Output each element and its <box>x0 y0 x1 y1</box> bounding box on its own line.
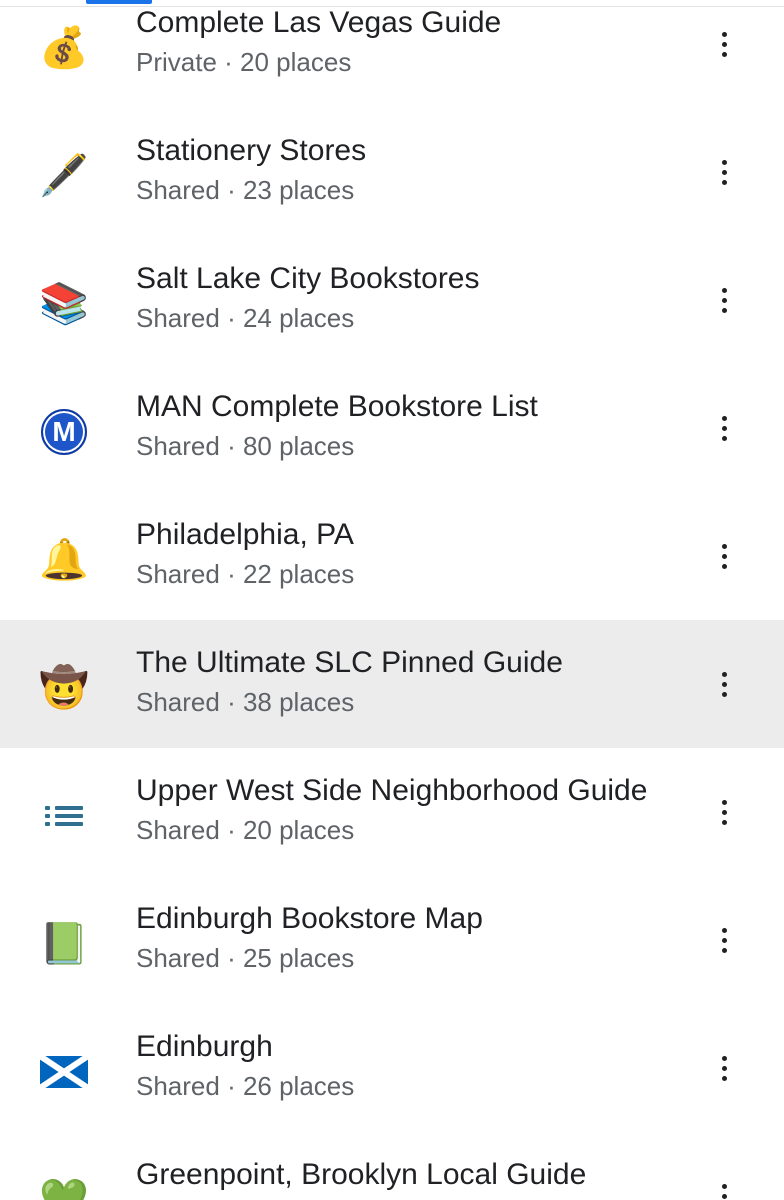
money-bag-icon: 💰 <box>39 26 89 70</box>
list-item-subtitle: Shared · 23 places <box>136 175 355 205</box>
metro-badge: M <box>41 409 87 455</box>
list-item-text: The Ultimate SLC Pinned Guide Shared · 38… <box>136 644 706 722</box>
cowboy-face-icon: 🤠 <box>39 666 89 710</box>
more-options-icon[interactable] <box>704 280 744 320</box>
list-item[interactable]: 💚 Greenpoint, Brooklyn Local Guide <box>0 1132 784 1200</box>
list-item-title: The Ultimate SLC Pinned Guide <box>136 646 563 679</box>
list-item[interactable]: 🖋️ Stationery Stores Shared · 23 places <box>0 108 784 236</box>
list-item[interactable]: 💰 Complete Las Vegas Guide Private · 20 pl… <box>0 0 784 108</box>
list-item-text: Upper West Side Neighborhood Guide Shared… <box>136 772 706 850</box>
list-item[interactable]: 🔔 Philadelphia, PA Shared · 22 places <box>0 492 784 620</box>
list-icon <box>28 790 100 842</box>
list-item[interactable]: 📚 Salt Lake City Bookstores Shared · 24 pl… <box>0 236 784 364</box>
more-options-icon[interactable] <box>704 536 744 576</box>
more-options-icon[interactable] <box>704 1048 744 1088</box>
list-item-title: MAN Complete Bookstore List <box>136 390 538 423</box>
more-options-icon[interactable] <box>704 664 744 704</box>
list-item-text: Salt Lake City Bookstores Shared · 24 pla… <box>136 260 706 338</box>
list-item[interactable]: Upper West Side Neighborhood Guide Shared… <box>0 748 784 876</box>
top-tab-bar <box>0 0 784 7</box>
list-item-title: Upper West Side Neighborhood Guide <box>136 774 648 807</box>
saved-lists: 💰 Complete Las Vegas Guide Private · 20 pl… <box>0 0 784 1200</box>
list-item-text: Edinburgh Bookstore Map Shared · 25 place… <box>136 900 706 978</box>
more-options-icon[interactable] <box>704 920 744 960</box>
list-item-title: Stationery Stores <box>136 134 367 167</box>
fountain-pen-icon: 🖋️ <box>39 154 89 198</box>
active-tab-indicator <box>86 0 152 4</box>
books-icon: 📚 <box>39 282 89 326</box>
list-lines <box>45 806 83 826</box>
bell-icon: 🔔 <box>39 538 89 582</box>
list-item[interactable]: 📗 Edinburgh Bookstore Map Shared · 25 plac… <box>0 876 784 1004</box>
saved-lists-page: 💰 Complete Las Vegas Guide Private · 20 pl… <box>0 0 784 1200</box>
list-item-subtitle: Shared · 38 places <box>136 687 355 717</box>
list-item-text: Greenpoint, Brooklyn Local Guide <box>136 1156 706 1194</box>
list-item-text: MAN Complete Bookstore List Shared · 80 p… <box>136 388 706 466</box>
list-item-subtitle: Shared · 24 places <box>136 303 355 333</box>
more-options-icon[interactable] <box>704 408 744 448</box>
list-item-title: Philadelphia, PA <box>136 518 354 551</box>
list-item[interactable]: Edinburgh Shared · 26 places <box>0 1004 784 1132</box>
saltire-flag <box>40 1056 88 1088</box>
list-item-subtitle: Shared · 20 places <box>136 815 355 845</box>
metro-m-icon: M <box>28 406 100 458</box>
list-item-title: Edinburgh <box>136 1030 273 1063</box>
list-item-subtitle: Shared · 22 places <box>136 559 355 589</box>
list-item-subtitle: Shared · 80 places <box>136 431 355 461</box>
list-item-text: Edinburgh Shared · 26 places <box>136 1028 706 1106</box>
more-options-icon[interactable] <box>704 792 744 832</box>
list-item-text: Complete Las Vegas Guide Private · 20 pla… <box>136 4 706 82</box>
more-options-icon[interactable] <box>704 152 744 192</box>
more-options-icon[interactable] <box>704 1176 744 1200</box>
list-item[interactable]: 🤠 The Ultimate SLC Pinned Guide Shared · 3… <box>0 620 784 748</box>
list-item[interactable]: M MAN Complete Bookstore List Shared · 80 … <box>0 364 784 492</box>
more-options-icon[interactable] <box>704 24 744 64</box>
scotland-flag-icon <box>28 1046 100 1098</box>
list-item-subtitle: Shared · 26 places <box>136 1071 355 1101</box>
green-book-icon: 📗 <box>39 922 89 966</box>
list-item-title: Edinburgh Bookstore Map <box>136 902 483 935</box>
list-item-subtitle: Private · 20 places <box>136 47 352 77</box>
list-item-text: Stationery Stores Shared · 23 places <box>136 132 706 210</box>
list-item-title: Complete Las Vegas Guide <box>136 6 502 39</box>
list-item-subtitle: Shared · 25 places <box>136 943 355 973</box>
green-heart-icon: 💚 <box>39 1178 89 1200</box>
list-item-title: Salt Lake City Bookstores <box>136 262 480 295</box>
list-item-text: Philadelphia, PA Shared · 22 places <box>136 516 706 594</box>
list-item-title: Greenpoint, Brooklyn Local Guide <box>136 1158 587 1191</box>
